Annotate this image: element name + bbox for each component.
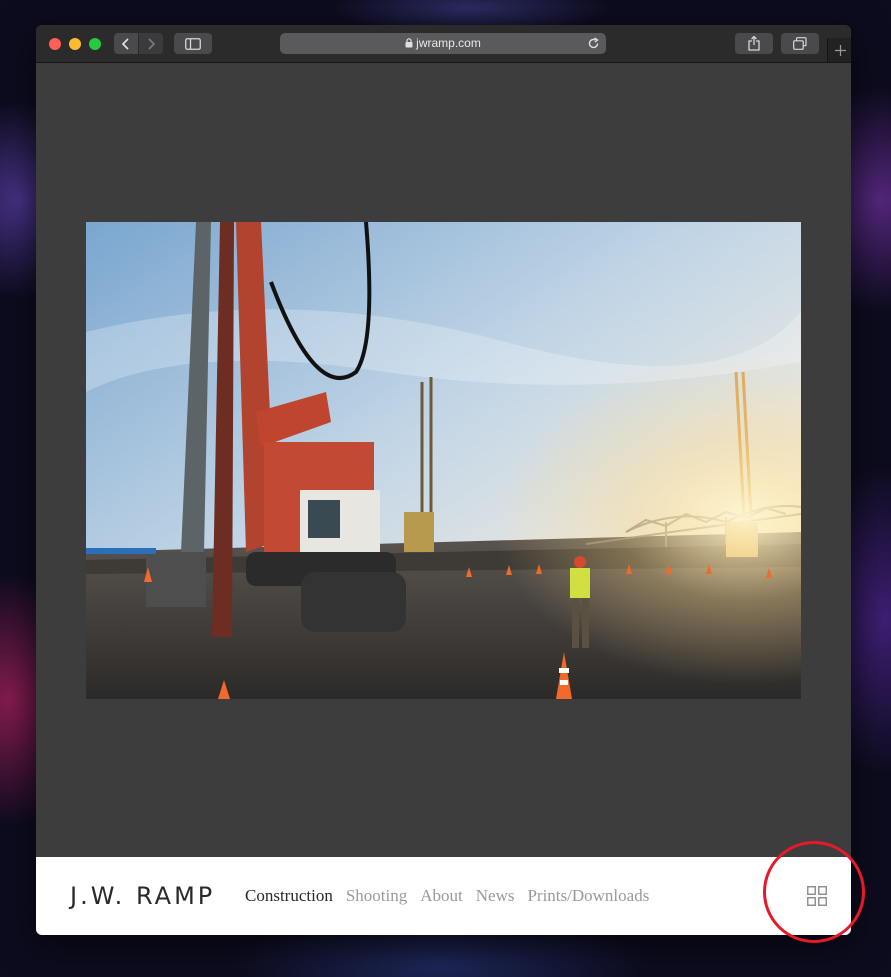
site-nav: Construction Shooting About News Prints/… [245,857,662,935]
chevron-right-icon [148,37,156,50]
lock-icon [405,38,413,48]
zoom-window-button[interactable] [89,37,101,50]
site-logo[interactable]: J.W. RAMP [70,857,215,935]
page-content [36,63,851,858]
sidebar-toggle-button[interactable] [174,33,212,54]
site-footer-nav: J.W. RAMP Construction Shooting About Ne… [36,857,851,935]
nav-item-shooting[interactable]: Shooting [346,886,407,906]
share-button[interactable] [735,33,773,54]
share-icon [748,36,760,51]
nav-item-about[interactable]: About [420,886,463,906]
minimize-window-button[interactable] [69,37,81,50]
reload-icon[interactable] [587,37,600,50]
nav-item-construction[interactable]: Construction [245,886,333,906]
hero-photo[interactable] [86,222,801,699]
address-bar-text: jwramp.com [280,33,606,54]
back-button[interactable] [114,33,138,54]
close-window-button[interactable] [49,37,61,50]
nav-item-news[interactable]: News [476,886,515,906]
browser-window: jwramp.com J.W. RAMP Construction Shooti… [36,25,851,935]
construction-site-image [86,222,801,699]
tab-overview-button[interactable] [781,33,819,54]
plus-icon [834,44,846,56]
sidebar-icon [185,37,201,50]
browser-toolbar: jwramp.com [36,25,851,63]
new-tab-button[interactable] [827,38,851,62]
url-text: jwramp.com [416,36,481,50]
annotation-highlight-circle [763,841,865,943]
chevron-left-icon [121,37,129,50]
nav-item-prints-downloads[interactable]: Prints/Downloads [527,886,649,906]
address-bar[interactable]: jwramp.com [280,33,606,54]
tab-overview-icon [793,37,807,50]
forward-button[interactable] [139,33,163,54]
